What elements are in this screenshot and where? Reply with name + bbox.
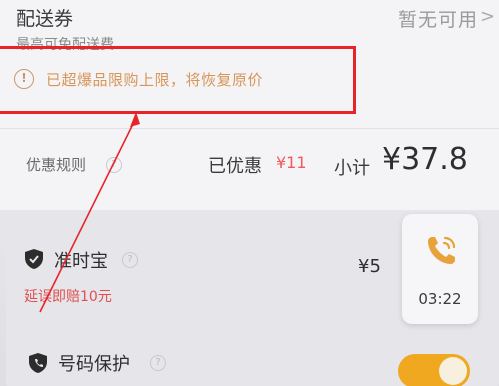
annotation-highlight-box [0,46,356,114]
number-privacy-toggle[interactable] [398,354,470,386]
call-duration: 03:22 [418,290,462,308]
subtotal-value: ¥37.8 [382,142,468,177]
insurance-desc-amount: 10元 [80,289,112,305]
delivery-coupon-row[interactable]: 配送券 暂无可用 > [16,4,495,32]
discount-rules-label[interactable]: 优惠规则 [26,154,86,175]
discount-label: 已优惠 [208,156,262,177]
divider [0,128,499,129]
on-time-insurance-desc: 延误即赔10元 [24,286,112,306]
on-time-insurance-price: ¥5 [358,256,381,277]
delivery-coupon-title: 配送券 [16,8,74,30]
number-privacy-name: 号码保护 [58,354,130,375]
price-summary-row: 优惠规则 ? 已优惠 ¥11 小计 ¥37.8 [26,142,486,182]
shield-icon [25,249,43,269]
toggle-knob [439,357,467,385]
question-icon[interactable]: ? [106,157,122,173]
question-icon[interactable]: ? [150,355,166,371]
insurance-desc-prefix: 延误即赔 [24,289,80,305]
phone-call-icon [428,236,456,264]
discount-value: ¥11 [276,153,307,172]
phone-shield-icon [29,353,47,373]
on-time-insurance-name: 准时宝 [54,251,108,272]
call-floating-widget[interactable]: 03:22 [402,214,478,324]
subtotal-label: 小计 [334,158,370,179]
question-icon[interactable]: ? [122,252,138,268]
delivery-coupon-status: 暂无可用 [397,9,478,31]
checkout-page: 配送券 暂无可用 > 最高可免配送费 ! 已超爆品限购上限，将恢复原价 优惠规则… [0,0,499,386]
chevron-right-icon: > [480,6,496,27]
